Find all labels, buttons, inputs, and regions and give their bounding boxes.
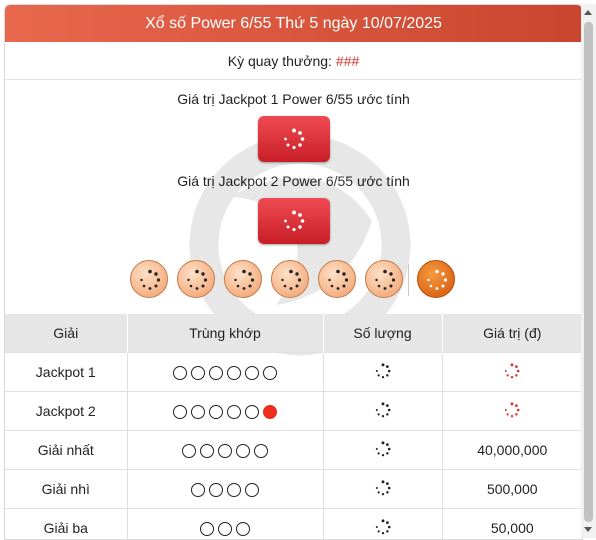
power-divider: [408, 264, 409, 296]
power-ball: [417, 260, 455, 298]
loading-spinner-icon: [504, 363, 520, 379]
match-circle-icon: [236, 444, 250, 458]
result-balls: [5, 260, 582, 306]
winner-count-loading: [323, 392, 442, 431]
number-ball: [177, 260, 215, 298]
prize-value-loading: [442, 392, 582, 431]
match-pattern: [127, 509, 323, 540]
loading-spinner-icon: [139, 269, 161, 291]
prize-name: Jackpot 1: [5, 353, 127, 392]
match-circle-icon: [227, 366, 241, 380]
match-circle-icon: [245, 405, 259, 419]
match-circle-icon: [191, 405, 205, 419]
draw-label: Kỳ quay thưởng:: [228, 53, 332, 69]
result-card: Xổ số Power 6/55 Thứ 5 ngày 10/07/2025 K…: [4, 4, 583, 540]
match-circle-icon: [173, 366, 187, 380]
table-row: Jackpot 1: [5, 353, 582, 392]
prize-name: Giải nhất: [5, 431, 127, 470]
match-circle-icon: [182, 444, 196, 458]
prize-table: Giải Trùng khớp Số lượng Giá trị (đ) Jac…: [5, 314, 582, 540]
table-row: Jackpot 2: [5, 392, 582, 431]
number-ball: [224, 260, 262, 298]
match-circle-icon: [236, 522, 250, 536]
prize-value-loading: [442, 353, 582, 392]
winner-count-loading: [323, 353, 442, 392]
loading-spinner-icon: [280, 269, 302, 291]
loading-spinner-icon: [375, 480, 391, 496]
loading-spinner-icon: [375, 363, 391, 379]
loading-spinner-icon: [283, 210, 305, 232]
table-row: Giải ba 50,000: [5, 509, 582, 540]
match-circle-icon: [200, 522, 214, 536]
scroll-up-arrow-icon[interactable]: [584, 10, 592, 15]
header-value: Giá trị (đ): [442, 314, 582, 353]
prize-value: 40,000,000: [442, 431, 582, 470]
match-pattern: [127, 353, 323, 392]
loading-spinner-icon: [375, 519, 391, 535]
loading-spinner-icon: [186, 269, 208, 291]
match-pattern: [127, 392, 323, 431]
match-circle-icon: [227, 483, 241, 497]
match-circle-icon: [218, 522, 232, 536]
number-ball: [365, 260, 403, 298]
prize-name: Jackpot 2: [5, 392, 127, 431]
winner-count-loading: [323, 431, 442, 470]
table-row: Giải nhì 500,000: [5, 470, 582, 509]
match-circle-icon: [209, 405, 223, 419]
match-circle-icon: [263, 366, 277, 380]
jackpot1-value-box: [258, 116, 330, 162]
draw-number-row: Kỳ quay thưởng: ###: [5, 42, 582, 80]
loading-spinner-icon: [375, 441, 391, 457]
match-circle-icon: [191, 366, 205, 380]
match-circle-icon: [245, 366, 259, 380]
number-ball: [318, 260, 356, 298]
header-matches: Trùng khớp: [127, 314, 323, 353]
header-quantity: Số lượng: [323, 314, 442, 353]
prize-value: 50,000: [442, 509, 582, 540]
match-circle-icon: [200, 444, 214, 458]
winner-count-loading: [323, 470, 442, 509]
loading-spinner-icon: [426, 269, 448, 291]
table-row: Giải nhất 40,000,000: [5, 431, 582, 470]
prize-name: Giải ba: [5, 509, 127, 540]
match-pattern: [127, 470, 323, 509]
jackpot1-label: Giá trị Jackpot 1 Power 6/55 ước tính: [5, 90, 582, 108]
loading-spinner-icon: [327, 269, 349, 291]
loading-spinner-icon: [233, 269, 255, 291]
loading-spinner-icon: [504, 402, 520, 418]
loading-spinner-icon: [375, 402, 391, 418]
match-circle-icon: [173, 405, 187, 419]
winner-count-loading: [323, 509, 442, 540]
power-match-circle-icon: [263, 405, 277, 419]
loading-spinner-icon: [374, 269, 396, 291]
number-ball: [271, 260, 309, 298]
match-circle-icon: [209, 483, 223, 497]
header-prize: Giải: [5, 314, 127, 353]
match-circle-icon: [218, 444, 232, 458]
draw-value: ###: [336, 53, 359, 69]
match-circle-icon: [191, 483, 205, 497]
jackpot2-value-box: [258, 198, 330, 244]
scroll-down-arrow-icon[interactable]: [584, 527, 592, 532]
match-circle-icon: [227, 405, 241, 419]
page-title: Xổ số Power 6/55 Thứ 5 ngày 10/07/2025: [5, 5, 582, 42]
match-circle-icon: [209, 366, 223, 380]
loading-spinner-icon: [283, 128, 305, 150]
scrollbar[interactable]: [581, 4, 596, 538]
match-pattern: [127, 431, 323, 470]
match-circle-icon: [254, 444, 268, 458]
match-circle-icon: [245, 483, 259, 497]
number-ball: [130, 260, 168, 298]
prize-name: Giải nhì: [5, 470, 127, 509]
scrollbar-thumb[interactable]: [584, 22, 593, 522]
prize-value: 500,000: [442, 470, 582, 509]
table-header-row: Giải Trùng khớp Số lượng Giá trị (đ): [5, 314, 582, 353]
